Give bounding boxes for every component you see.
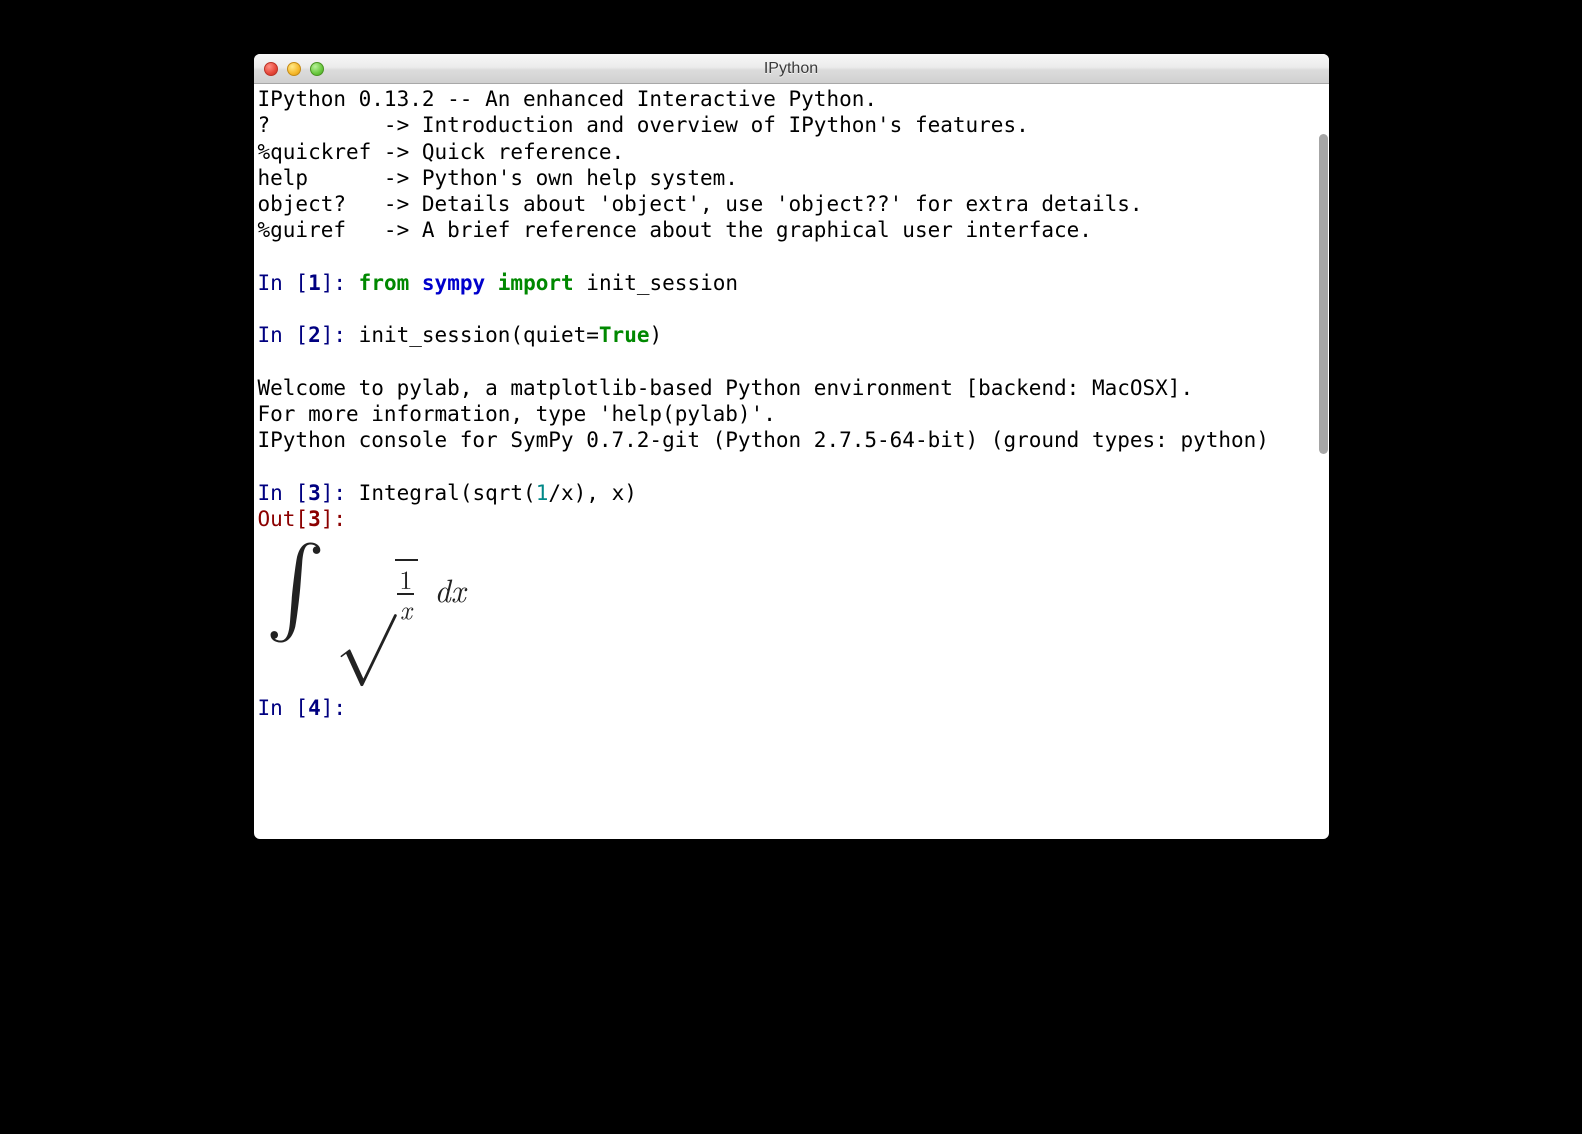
in-prompt: In [3]: bbox=[258, 481, 359, 505]
call-expr: init_session(quiet bbox=[359, 323, 587, 347]
radicand: 1x bbox=[395, 559, 418, 624]
banner-line: %quickref -> Quick reference. bbox=[258, 140, 625, 164]
in-prompt: In [2]: bbox=[258, 323, 359, 347]
banner-line: help -> Python's own help system. bbox=[258, 166, 738, 190]
in-prompt: In [1]: bbox=[258, 271, 359, 295]
literal-number: 1 bbox=[536, 481, 549, 505]
banner-line: ? -> Introduction and overview of IPytho… bbox=[258, 113, 1029, 137]
window-title: IPython bbox=[254, 60, 1329, 78]
minimize-icon[interactable] bbox=[287, 62, 301, 76]
integral-icon: ∫ bbox=[266, 557, 326, 620]
device-frame: IPython IPython 0.13.2 -- An enhanced In… bbox=[149, 14, 1434, 1120]
keyword-import: import bbox=[498, 271, 574, 295]
in-prompt[interactable]: In [4]: bbox=[258, 696, 359, 720]
zoom-icon[interactable] bbox=[310, 62, 324, 76]
app-window: IPython IPython 0.13.2 -- An enhanced In… bbox=[254, 54, 1329, 839]
sqrt-expression: √1x bbox=[335, 557, 418, 624]
module-name: sympy bbox=[422, 271, 485, 295]
pylab-line: IPython console for SymPy 0.7.2-git (Pyt… bbox=[258, 428, 1269, 452]
console-output[interactable]: IPython 0.13.2 -- An enhanced Interactiv… bbox=[254, 84, 1317, 839]
close-icon[interactable] bbox=[264, 62, 278, 76]
pylab-line: For more information, type 'help(pylab)'… bbox=[258, 402, 776, 426]
banner-line: object? -> Details about 'object', use '… bbox=[258, 192, 1143, 216]
out-prompt: Out[3]: bbox=[258, 507, 347, 531]
literal-true: True bbox=[599, 323, 650, 347]
fraction: 1x bbox=[397, 565, 414, 624]
denominator: x bbox=[398, 595, 414, 624]
identifier: init_session bbox=[586, 271, 738, 295]
latex-output: ∫√1xdx bbox=[258, 532, 1313, 642]
differential: dx bbox=[428, 570, 465, 610]
banner-line: IPython 0.13.2 -- An enhanced Interactiv… bbox=[258, 87, 878, 111]
content-wrap: IPython 0.13.2 -- An enhanced Interactiv… bbox=[254, 84, 1329, 839]
call-expr: Integral(sqrt( bbox=[359, 481, 536, 505]
keyword-from: from bbox=[359, 271, 410, 295]
banner-line: %guiref -> A brief reference about the g… bbox=[258, 218, 1092, 242]
scrollbar-thumb[interactable] bbox=[1319, 134, 1328, 454]
traffic-lights bbox=[254, 62, 324, 76]
pylab-line: Welcome to pylab, a matplotlib-based Pyt… bbox=[258, 376, 1194, 400]
radical-icon: √ bbox=[335, 577, 395, 613]
scrollbar[interactable] bbox=[1317, 84, 1329, 839]
titlebar[interactable]: IPython bbox=[254, 54, 1329, 84]
